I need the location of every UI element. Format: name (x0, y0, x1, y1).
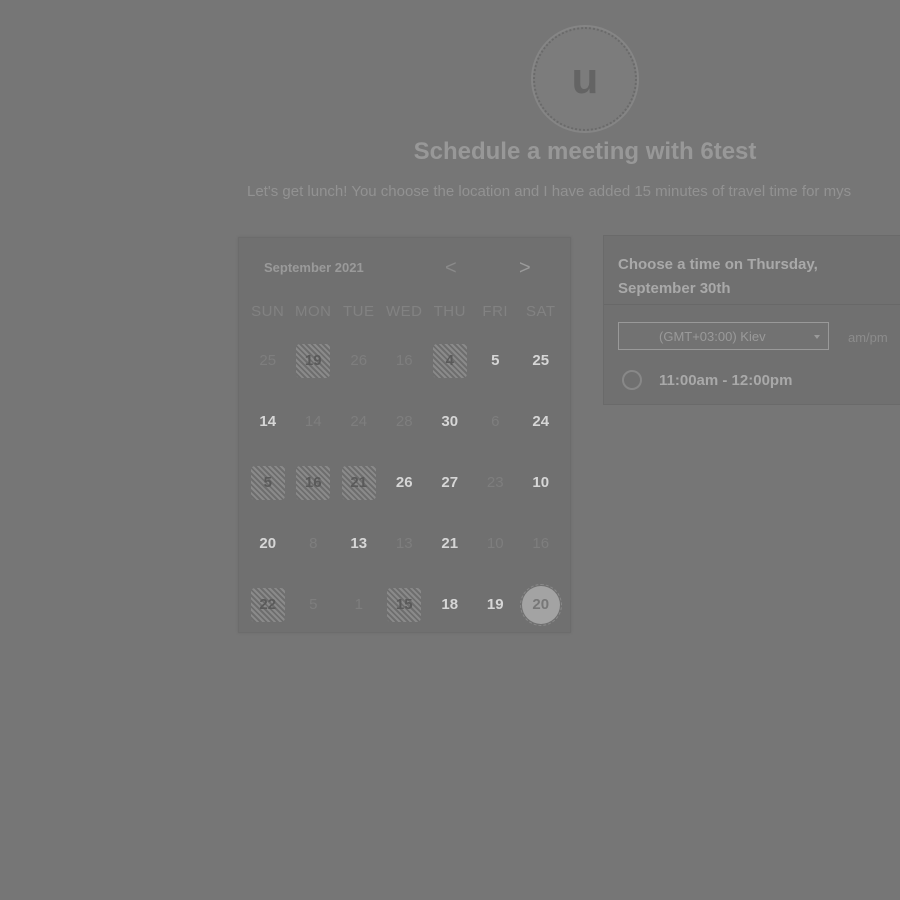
calendar-day-available[interactable]: 5 (473, 330, 519, 391)
calendar-month-label: September 2021 (264, 260, 364, 275)
calendar-day-available[interactable]: 14 (245, 391, 291, 452)
calendar-day: 5 (309, 596, 318, 613)
time-slot-label: 11:00am - 12:00pm (659, 371, 793, 389)
calendar-day-selected[interactable]: 20 (518, 574, 564, 635)
calendar-day[interactable]: 4 (427, 330, 473, 391)
calendar: September 2021 < > SUN MON TUE WED THU F… (238, 237, 571, 633)
time-slot[interactable]: 11:00am - 12:00pm (622, 370, 792, 390)
weekday-label: MON (295, 303, 332, 320)
calendar-day: 26 (350, 352, 368, 369)
calendar-day[interactable]: 21 (336, 452, 382, 513)
calendar-day: 16 (532, 535, 550, 552)
weekday-label: SUN (251, 303, 285, 320)
time-format-toggle[interactable]: am/pm (848, 330, 888, 345)
calendar-day: 25 (259, 352, 277, 369)
calendar-grid: 25 19 26 16 4 5 25 14 14 24 28 30 6 24 5… (245, 330, 564, 635)
timezone-value: (GMT+03:00) Kiev (659, 328, 766, 344)
calendar-day[interactable]: 16 (291, 452, 337, 513)
avatar-initial: u (571, 54, 599, 103)
calendar-day: 23 (486, 474, 504, 491)
calendar-day[interactable]: 15 (382, 574, 428, 635)
calendar-day: 14 (304, 413, 322, 430)
radio-icon[interactable] (622, 370, 642, 390)
calendar-day-available[interactable]: 19 (473, 574, 519, 635)
next-month-icon[interactable]: > (519, 258, 531, 278)
weekday-label: FRI (482, 303, 509, 320)
chevron-down-icon (814, 335, 820, 339)
calendar-day-available[interactable]: 30 (427, 391, 473, 452)
calendar-day: 10 (486, 535, 504, 552)
scheduling-page: u Schedule a meeting with 6test Let's ge… (0, 0, 900, 900)
calendar-day[interactable]: 22 (245, 574, 291, 635)
time-panel-heading: Choose a time on Thursday, September 30t… (618, 256, 818, 297)
time-selection-panel: Choose a time on Thursday, September 30t… (603, 235, 900, 405)
calendar-day-available[interactable]: 13 (336, 513, 382, 574)
calendar-day: 16 (395, 352, 413, 369)
calendar-day: 8 (309, 535, 318, 552)
page-title: Schedule a meeting with 6test (413, 138, 757, 165)
timezone-select[interactable]: (GMT+03:00) Kiev (618, 322, 829, 350)
calendar-day[interactable]: 5 (245, 452, 291, 513)
previous-month-icon[interactable]: < (445, 258, 457, 278)
calendar-day: 1 (354, 596, 363, 613)
weekday-header: SUN MON TUE WED THU FRI SAT (239, 303, 570, 320)
calendar-day: 24 (350, 413, 368, 430)
weekday-label: SAT (525, 303, 556, 320)
calendar-day-available[interactable]: 27 (427, 452, 473, 513)
weekday-label: WED (386, 303, 423, 320)
avatar: u (533, 27, 637, 131)
calendar-day: 13 (395, 535, 413, 552)
calendar-day: 6 (491, 413, 500, 430)
weekday-label: TUE (343, 303, 375, 320)
calendar-day-available[interactable]: 24 (518, 391, 564, 452)
calendar-day: 28 (395, 413, 413, 430)
weekday-label: THU (433, 303, 466, 320)
calendar-day-available[interactable]: 20 (245, 513, 291, 574)
calendar-day-available[interactable]: 18 (427, 574, 473, 635)
calendar-day-available[interactable]: 10 (518, 452, 564, 513)
divider (604, 304, 900, 305)
calendar-day-available[interactable]: 25 (518, 330, 564, 391)
calendar-day-available[interactable]: 21 (427, 513, 473, 574)
calendar-day-available[interactable]: 26 (382, 452, 428, 513)
page-description: Let's get lunch! You choose the location… (247, 183, 852, 200)
calendar-day[interactable]: 19 (291, 330, 337, 391)
